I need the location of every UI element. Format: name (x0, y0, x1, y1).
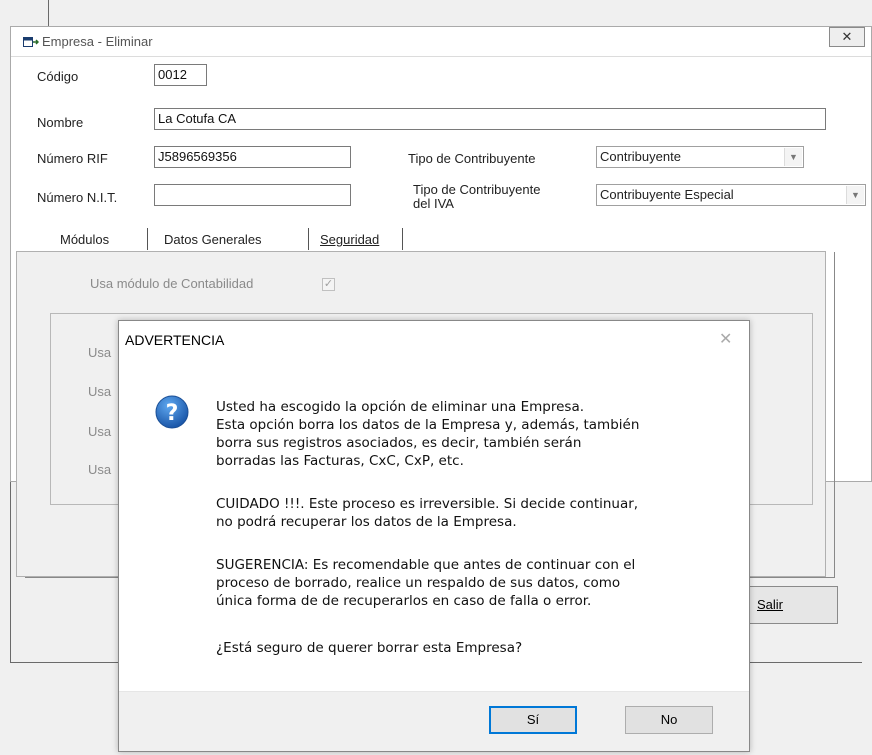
module-row-label: Usa (88, 384, 112, 399)
tipo-iva-select[interactable]: Contribuyente Especial ▼ (596, 184, 866, 206)
module-row-label: Usa (88, 345, 112, 360)
codigo-label: Código (37, 69, 79, 84)
tipo-contribuyente-value: Contribuyente (600, 149, 681, 164)
dialog-question: ¿Está seguro de querer borrar esta Empre… (216, 640, 523, 656)
tab-separator (402, 228, 403, 250)
rif-field[interactable]: J5896569356 (154, 146, 351, 168)
close-icon: ✕ (841, 29, 853, 44)
background-divider (48, 0, 49, 26)
tab-separator (147, 228, 148, 250)
module-row-label: Usa (88, 424, 112, 439)
salir-label: Salir (757, 597, 784, 612)
dialog-message-paragraph1: Usted ha escogido la opción de eliminar … (216, 399, 640, 469)
background-divider (10, 482, 11, 662)
tab-modulos[interactable]: Módulos (60, 232, 109, 247)
salir-button[interactable]: Salir (746, 586, 838, 624)
tipo-iva-label-line1: Tipo de Contribuyente (413, 182, 541, 197)
advertencia-dialog: ADVERTENCIA ✕ ? Usted ha escogido la opc… (118, 320, 750, 752)
tipo-contribuyente-select[interactable]: Contribuyente ▼ (596, 146, 804, 168)
window-titlebar: Empresa - Eliminar ✕ (11, 27, 871, 57)
dialog-message-paragraph3: SUGERENCIA: Es recomendable que antes de… (216, 557, 636, 609)
chevron-down-icon[interactable]: ▼ (846, 186, 864, 204)
dialog-close-icon[interactable]: ✕ (719, 329, 732, 349)
codigo-field[interactable]: 0012 (154, 64, 207, 86)
yes-button[interactable]: Sí (489, 706, 577, 734)
tipo-contribuyente-label: Tipo de Contribuyente (408, 151, 536, 166)
svg-text:?: ? (166, 401, 179, 426)
tipo-iva-label: Tipo de Contribuyente del IVA (413, 183, 540, 211)
nit-label: Número N.I.T. (37, 190, 118, 205)
dialog-footer: Sí No (119, 691, 749, 751)
window-title: Empresa - Eliminar (42, 34, 153, 49)
chevron-down-icon[interactable]: ▼ (784, 148, 802, 166)
tab-seguridad[interactable]: Seguridad (320, 232, 379, 247)
module-row-label: Usa (88, 462, 112, 477)
contabilidad-checkbox[interactable]: ✓ (322, 278, 335, 291)
question-icon: ? (155, 395, 189, 429)
tipo-iva-label-line2: del IVA (413, 196, 454, 211)
tab-separator (308, 228, 309, 250)
app-icon (23, 37, 39, 47)
nit-field[interactable] (154, 184, 351, 206)
nombre-label: Nombre (37, 115, 84, 130)
nombre-field[interactable]: La Cotufa CA (154, 108, 826, 130)
contabilidad-label: Usa módulo de Contabilidad (90, 276, 254, 291)
no-button[interactable]: No (625, 706, 713, 734)
dialog-message-paragraph2: CUIDADO !!!. Este proceso es irreversibl… (216, 496, 639, 530)
dialog-title: ADVERTENCIA (125, 332, 225, 348)
rif-label: Número RIF (37, 151, 108, 166)
tipo-iva-value: Contribuyente Especial (600, 187, 734, 202)
window-close-button[interactable]: ✕ (829, 27, 865, 47)
tab-datos-generales[interactable]: Datos Generales (164, 232, 262, 247)
